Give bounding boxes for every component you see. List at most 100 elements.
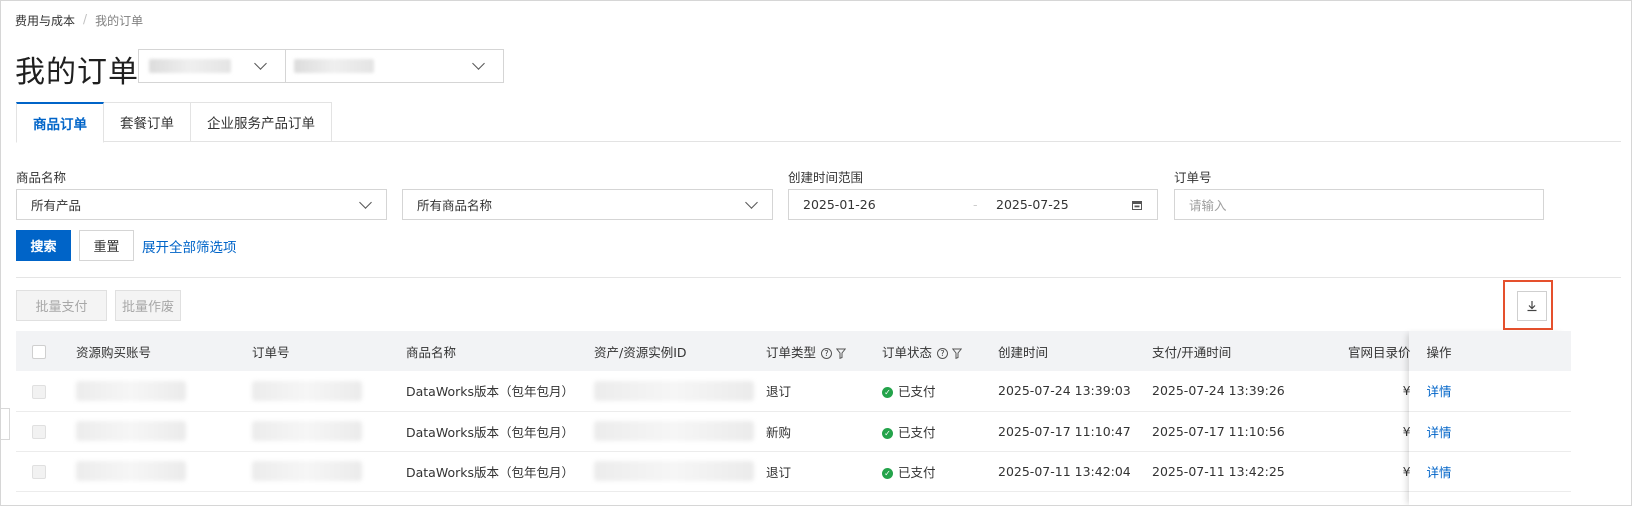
detail-link[interactable]: 详情 [1427,465,1452,480]
calendar-icon [1132,201,1142,210]
product-select[interactable]: 所有产品 [16,189,387,220]
created-time: 2025-07-24 13:39:03 [998,383,1131,399]
question-icon[interactable]: ? [821,347,833,359]
list-price: ¥ [1402,463,1411,479]
paid-time: 2025-07-24 13:39:26 [1152,383,1285,399]
download-highlight [1503,280,1553,330]
order-status: ✓ 已支付 [874,411,990,451]
row-checkbox[interactable] [32,384,46,399]
col-order-type-label: 订单类型 [766,344,817,360]
order-status-text: 已支付 [898,424,936,440]
page-title: 我的订单 [15,55,139,90]
redacted-account [149,59,231,73]
table-row: DataWorks版本（包年包月） 退订 ✓ 已支付 2025-07-11 13:… [16,451,1571,491]
chevron-down-icon [254,57,267,70]
redacted-order-no [252,421,362,441]
reset-button[interactable]: 重置 [79,230,134,261]
redacted-account [76,461,186,481]
check-circle-icon: ✓ [882,387,893,399]
redacted-instance-id [594,380,754,401]
col-list-price: 官网目录价 [1348,344,1411,360]
select-all-checkbox[interactable] [32,344,46,359]
date-end[interactable]: 2025-07-25 [996,197,1069,212]
redacted-account [76,380,186,401]
col-account: 资源购买账号 [76,344,152,360]
order-no-placeholder: 请输入 [1189,198,1227,213]
redacted-order-no [252,461,362,481]
chevron-down-icon [472,57,485,70]
order-tabs: 商品订单 套餐订单 企业服务产品订单 [16,102,1621,143]
chevron-down-icon [359,196,372,209]
col-instance-id: 资产/资源实例ID [594,344,687,360]
question-icon[interactable]: ? [937,347,949,359]
page-frame: 费用与成本 / 我的订单 我的订单 商品订单 套餐订单 企业服务产品订单 商品名… [0,0,1632,506]
side-collapse-handle[interactable] [1,408,10,440]
paid-time: 2025-07-11 13:42:25 [1152,463,1285,479]
product-name: DataWorks版本（包年包月） [406,424,575,440]
check-circle-icon: ✓ [882,427,893,439]
redacted-order-no [252,380,362,401]
filter-icon[interactable] [952,348,963,359]
breadcrumb: 费用与成本 / 我的订单 [15,12,143,29]
tab-package-orders[interactable]: 套餐订单 [104,102,191,142]
redacted-instance-id [594,421,754,441]
list-price: ¥ [1402,423,1411,439]
orders-table: 资源购买账号 订单号 商品名称 资产/资源实例ID 订单类型? 订单状态? 创建… [16,331,1571,492]
product-name-select-value: 所有商品名称 [417,198,493,213]
created-time: 2025-07-11 13:42:04 [998,463,1131,479]
redacted-sub-account [294,59,374,73]
row-checkbox[interactable] [32,424,46,439]
paid-time: 2025-07-17 11:10:56 [1152,423,1285,439]
table-header-row: 资源购买账号 订单号 商品名称 资产/资源实例ID 订单类型? 订单状态? 创建… [16,331,1571,371]
date-start[interactable]: 2025-01-26 [803,197,876,212]
filter-icon[interactable] [836,348,847,359]
time-range-label: 创建时间范围 [788,170,864,185]
breadcrumb-current: 我的订单 [95,14,144,28]
product-select-value: 所有产品 [31,198,82,213]
order-no-label: 订单号 [1174,170,1212,185]
batch-void-button[interactable]: 批量作废 [115,290,181,321]
order-status: ✓ 已支付 [874,451,990,491]
order-type: 退订 [766,384,792,400]
tab-product-orders[interactable]: 商品订单 [16,102,104,143]
breadcrumb-parent[interactable]: 费用与成本 [15,12,75,29]
col-product-name: 商品名称 [406,344,457,360]
redacted-account [76,421,186,441]
date-range-picker[interactable]: 2025-01-26 - 2025-07-25 [788,189,1158,220]
col-actions: 操作 [1426,344,1452,360]
order-status-text: 已支付 [898,384,936,400]
table-row: DataWorks版本（包年包月） 退订 ✓ 已支付 2025-07-24 13:… [16,371,1571,411]
search-button[interactable]: 搜索 [16,230,71,261]
col-order-status-label: 订单状态 [882,344,933,360]
created-time: 2025-07-17 11:10:47 [998,423,1131,439]
sub-account-select[interactable] [285,49,504,83]
order-status: ✓ 已支付 [874,371,990,411]
redacted-instance-id [594,461,754,481]
order-no-input[interactable]: 请输入 [1174,189,1544,220]
download-button[interactable] [1517,291,1547,321]
product-name: DataWorks版本（包年包月） [406,464,575,480]
col-created-time: 创建时间 [998,344,1049,360]
order-type: 新购 [766,424,792,440]
section-divider [16,277,1621,278]
batch-pay-button[interactable]: 批量支付 [16,290,107,321]
table-row: DataWorks版本（包年包月） 新购 ✓ 已支付 2025-07-17 11:… [16,411,1571,451]
date-range-separator: - [973,197,978,212]
col-order-type: 订单类型? [758,331,874,371]
list-price: ¥ [1402,383,1411,399]
check-circle-icon: ✓ [882,467,893,479]
order-status-text: 已支付 [898,464,936,480]
download-icon [1527,301,1537,312]
breadcrumb-separator: / [83,12,88,26]
detail-link[interactable]: 详情 [1427,384,1452,399]
order-type: 退订 [766,464,792,480]
product-name-select[interactable]: 所有商品名称 [402,189,773,220]
col-order-status: 订单状态? [874,331,990,371]
tab-enterprise-service-orders[interactable]: 企业服务产品订单 [191,102,332,142]
detail-link[interactable]: 详情 [1427,425,1452,440]
product-name-label: 商品名称 [16,170,67,185]
account-select[interactable] [138,49,286,83]
chevron-down-icon [745,196,758,209]
expand-filters-link[interactable]: 展开全部筛选项 [142,236,237,256]
row-checkbox[interactable] [32,464,46,479]
